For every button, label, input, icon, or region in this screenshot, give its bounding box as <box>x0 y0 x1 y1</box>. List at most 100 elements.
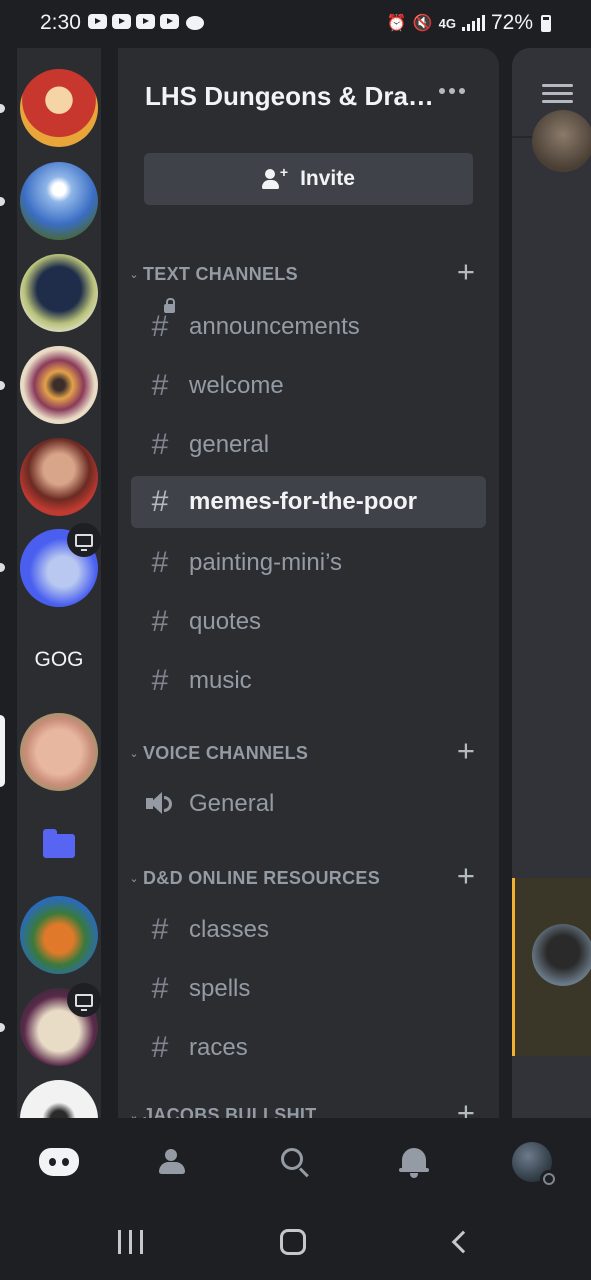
voice-channel-general[interactable]: General <box>131 778 486 830</box>
hash-icon: # <box>151 913 169 946</box>
chevron-down-icon: ⌄ <box>129 872 139 885</box>
home-button[interactable] <box>275 1224 311 1260</box>
unread-indicator <box>0 381 5 390</box>
youtube-notification-icon <box>88 14 107 29</box>
server-icon-cartoon-monk[interactable] <box>20 69 98 147</box>
channel-label: General <box>189 790 275 817</box>
category-label: TEXT CHANNELS <box>143 263 298 284</box>
channel-welcome[interactable]: # welcome <box>131 360 486 412</box>
message-avatar[interactable] <box>532 924 591 986</box>
channel-label: races <box>189 1034 248 1061</box>
category-dnd-online-resources[interactable]: ⌄ D&D ONLINE RESOURCES + <box>125 859 485 895</box>
battery-icon <box>541 14 551 32</box>
channel-music[interactable]: # music <box>131 655 486 707</box>
mute-icon: 🔇 <box>412 15 433 32</box>
server-rail: GOG <box>0 48 118 1118</box>
recents-button[interactable] <box>112 1224 148 1260</box>
channel-races[interactable]: # races <box>131 1022 486 1074</box>
status-time: 2:30 <box>40 11 81 34</box>
screen-share-badge <box>67 983 101 1017</box>
friends-icon <box>157 1147 193 1177</box>
hash-icon: # <box>151 485 169 518</box>
server-icon-gog[interactable]: GOG <box>20 621 98 699</box>
nav-search[interactable] <box>273 1140 317 1184</box>
discord-home-icon <box>39 1148 79 1176</box>
channel-label: announcements <box>189 313 360 340</box>
unread-indicator <box>0 563 5 572</box>
status-idle-icon <box>540 1170 558 1188</box>
system-nav <box>0 1202 591 1280</box>
chevron-down-icon: ⌄ <box>129 1109 139 1119</box>
unread-indicator <box>0 1023 5 1032</box>
category-label: JACOBS BULLSHIT <box>143 1104 317 1119</box>
hash-icon: # <box>151 664 169 697</box>
server-name[interactable]: LHS Dungeons & Dragons <box>145 81 437 112</box>
hash-lock-icon: # <box>131 298 189 344</box>
hash-icon: # <box>151 369 169 402</box>
category-voice-channels[interactable]: ⌄ VOICE CHANNELS + <box>125 734 485 770</box>
channel-panel: LHS Dungeons & Dragons + Invite ⌄ TEXT C… <box>118 48 499 1118</box>
notification-icons <box>88 14 204 30</box>
server-icon-sky-sun[interactable] <box>20 162 98 240</box>
channel-classes[interactable]: # classes <box>131 904 486 956</box>
home-icon <box>280 1229 306 1255</box>
monitor-icon <box>75 533 93 551</box>
search-icon <box>279 1146 311 1178</box>
nav-home[interactable] <box>37 1140 81 1184</box>
network-type: 4G <box>438 15 456 31</box>
bottom-nav <box>0 1118 591 1202</box>
chevron-down-icon: ⌄ <box>129 747 139 760</box>
monitor-icon <box>75 993 93 1011</box>
youtube-notification-icon <box>160 14 179 29</box>
category-label: D&D ONLINE RESOURCES <box>143 867 381 888</box>
chat-peek-panel[interactable] <box>512 48 591 1118</box>
channel-spells[interactable]: # spells <box>131 963 486 1015</box>
recents-icon <box>117 1230 143 1254</box>
channel-announcements[interactable]: # announcements <box>131 298 486 353</box>
add-channel-icon[interactable]: + <box>457 255 475 289</box>
status-right: ⏰ 🔇 4G 72% <box>387 11 551 35</box>
channel-quotes[interactable]: # quotes <box>131 596 486 648</box>
category-text-channels[interactable]: ⌄ TEXT CHANNELS + <box>125 255 485 291</box>
back-button[interactable] <box>441 1224 477 1260</box>
nav-notifications[interactable] <box>392 1140 436 1184</box>
channel-label: spells <box>189 975 251 1002</box>
chevron-down-icon: ⌄ <box>129 268 139 281</box>
channel-label: general <box>189 431 270 458</box>
speaker-icon <box>131 789 189 819</box>
youtube-notification-icon <box>136 14 155 29</box>
nav-profile[interactable] <box>510 1140 558 1188</box>
hamburger-menu-icon[interactable] <box>542 84 573 104</box>
server-icon-moth-art[interactable] <box>20 346 98 424</box>
category-label: VOICE CHANNELS <box>143 742 309 763</box>
folder-icon <box>43 829 75 858</box>
nav-friends[interactable] <box>153 1140 197 1184</box>
add-channel-icon[interactable]: + <box>457 734 475 768</box>
add-channel-icon[interactable]: + <box>457 1096 475 1119</box>
more-options-icon[interactable] <box>439 88 465 94</box>
server-icon-person-photo[interactable] <box>20 438 98 516</box>
signal-icon <box>461 15 485 31</box>
channel-label: memes-for-the-poor <box>189 488 418 515</box>
channel-general[interactable]: # general <box>131 419 486 471</box>
server-icon-face-closeup[interactable] <box>20 713 98 791</box>
category-jacobs-bullshit[interactable]: ⌄ JACOBS BULLSHIT + <box>125 1096 485 1119</box>
unread-indicator <box>0 104 5 113</box>
hash-icon: # <box>151 972 169 1005</box>
add-channel-icon[interactable]: + <box>457 859 475 893</box>
channel-memes-for-the-poor[interactable]: # memes-for-the-poor <box>131 476 486 528</box>
youtube-notification-icon <box>112 14 131 29</box>
channel-painting-minis[interactable]: # painting-mini’s <box>131 537 486 589</box>
alarm-icon: ⏰ <box>386 15 407 32</box>
back-icon <box>451 1230 475 1254</box>
hash-icon: # <box>151 428 169 461</box>
message-avatar[interactable] <box>532 110 591 172</box>
server-icon-plush-toy[interactable] <box>20 254 98 332</box>
invite-button[interactable]: + Invite <box>144 153 473 205</box>
server-icon-green-creatures[interactable] <box>20 896 98 974</box>
reddit-notification-icon <box>186 16 204 30</box>
battery-percent: 72% <box>490 11 533 34</box>
bell-icon <box>399 1146 429 1178</box>
hash-icon: # <box>151 546 169 579</box>
hash-icon: # <box>151 1031 169 1064</box>
